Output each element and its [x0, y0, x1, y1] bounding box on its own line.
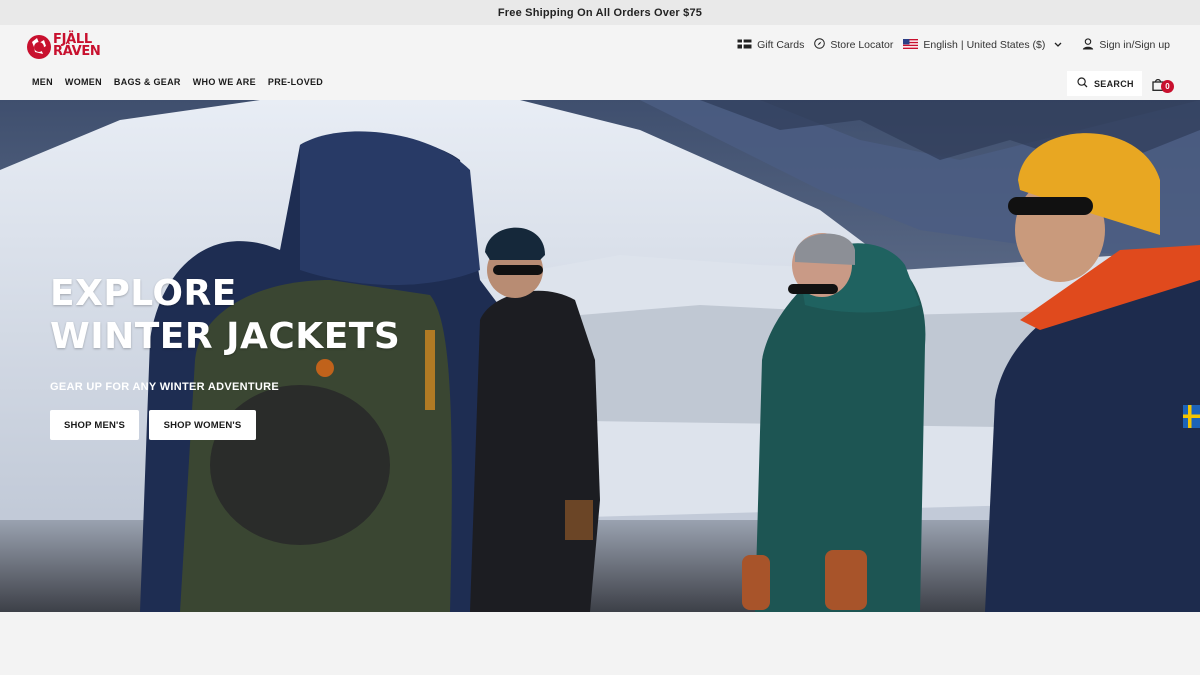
hero-title: EXPLORE WINTER JACKETS — [50, 273, 401, 357]
hero-subtitle: GEAR UP FOR ANY WINTER ADVENTURE — [50, 381, 280, 393]
hero-banner: EXPLORE WINTER JACKETS GEAR UP FOR ANY W… — [0, 100, 1200, 612]
main-nav: MEN WOMEN BAGS & GEAR WHO WE ARE PRE-LOV… — [32, 77, 335, 87]
sweden-flag-icon[interactable] — [1183, 405, 1200, 428]
us-flag-icon — [903, 38, 919, 52]
nav-item-men[interactable]: MEN — [32, 77, 53, 87]
search-icon — [1077, 77, 1088, 90]
shop-mens-button[interactable]: SHOP MEN'S — [50, 410, 139, 440]
cart-button[interactable]: 0 — [1152, 76, 1174, 94]
promo-bar: Free Shipping On All Orders Over $75 — [0, 0, 1200, 25]
nav-item-bags-gear[interactable]: BAGS & GEAR — [114, 77, 181, 87]
store-locator-link[interactable]: Store Locator — [814, 38, 893, 52]
nav-item-pre-loved[interactable]: PRE-LOVED — [268, 77, 323, 87]
gift-cards-link[interactable]: Gift Cards — [737, 39, 804, 52]
sign-in-link[interactable]: Sign in/Sign up — [1082, 37, 1170, 53]
utility-nav: Gift Cards Store Locator English | Unite… — [727, 37, 1170, 53]
brand-wordmark: FJÄLL RÄVEN — [53, 32, 101, 59]
user-icon — [1082, 37, 1094, 53]
search-label: SEARCH — [1094, 78, 1134, 89]
page-body — [0, 612, 1200, 675]
cart-count-badge: 0 — [1161, 80, 1174, 93]
nav-item-who-we-are[interactable]: WHO WE ARE — [193, 77, 256, 87]
brand-logo[interactable]: FJÄLL RÄVEN — [26, 31, 110, 61]
gift-card-icon — [737, 39, 752, 52]
promo-text: Free Shipping On All Orders Over $75 — [497, 6, 703, 19]
shop-womens-button[interactable]: SHOP WOMEN'S — [149, 410, 256, 440]
fox-logo-icon — [26, 32, 52, 60]
nav-item-women[interactable]: WOMEN — [65, 77, 102, 87]
site-header: FJÄLL RÄVEN Gift Cards Store Locator Eng… — [0, 25, 1200, 100]
locale-selector[interactable]: English | United States ($) — [903, 38, 1062, 52]
language-label: English — [923, 39, 958, 51]
compass-icon — [814, 38, 826, 52]
region-label: United States ($) — [966, 39, 1046, 51]
chevron-down-icon — [1054, 39, 1062, 51]
search-button[interactable]: SEARCH — [1067, 71, 1142, 96]
